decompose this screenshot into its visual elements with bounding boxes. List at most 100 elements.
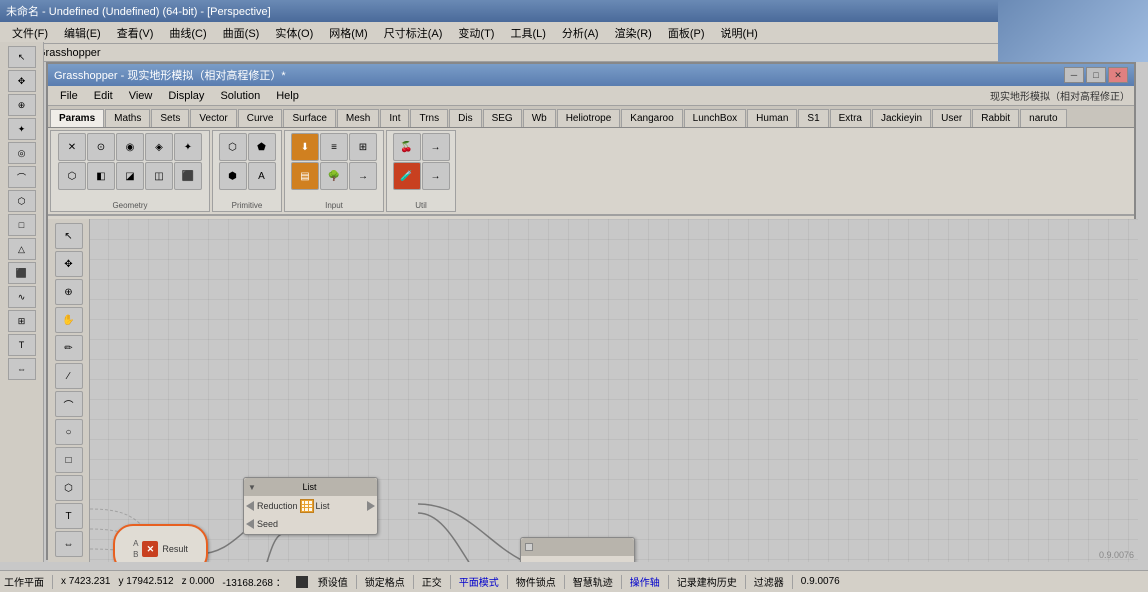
menu-file[interactable]: 文件(F) <box>4 23 56 43</box>
tab-kangaroo[interactable]: Kangaroo <box>621 109 682 127</box>
tab-curve[interactable]: Curve <box>238 109 283 127</box>
gh-menu-file[interactable]: File <box>52 88 86 104</box>
toolbar-icon-5[interactable]: ✦ <box>174 133 202 161</box>
toolbar-icon-8[interactable]: ◪ <box>116 162 144 190</box>
toolbar-input-5[interactable]: 🌳 <box>320 162 348 190</box>
tab-jackieyin[interactable]: Jackieyin <box>872 109 931 127</box>
tool-circle[interactable]: ○ <box>55 419 83 445</box>
rhino-tool-9[interactable]: △ <box>8 238 36 260</box>
tool-poly[interactable]: ⬡ <box>55 475 83 501</box>
tool-dim[interactable]: ⇔ <box>55 531 83 557</box>
tool-draw[interactable]: ✏ <box>55 335 83 361</box>
statusbar-ortho[interactable]: 正交 <box>422 574 442 589</box>
rhino-tool-3[interactable]: ⊕ <box>8 94 36 116</box>
rhino-tool-10[interactable]: ⬛ <box>8 262 36 284</box>
tab-naruto[interactable]: naruto <box>1020 109 1066 127</box>
toolbar-input-4[interactable]: ▤ <box>291 162 319 190</box>
text-tag-node[interactable]: Location ≋ Text ≋ Size ≋ Colour <box>520 537 635 562</box>
statusbar-history[interactable]: 记录建构历史 <box>677 574 737 589</box>
gh-close-button[interactable]: ✕ <box>1108 67 1128 83</box>
toolbar-prim-2[interactable]: ⬟ <box>248 133 276 161</box>
tab-rabbit[interactable]: Rabbit <box>972 109 1019 127</box>
toolbar-prim-4[interactable]: A <box>248 162 276 190</box>
rhino-tool-13[interactable]: T <box>8 334 36 356</box>
tab-vector[interactable]: Vector <box>190 109 236 127</box>
rhino-tool-7[interactable]: ⬡ <box>8 190 36 212</box>
gh-minimize-button[interactable]: ─ <box>1064 67 1084 83</box>
menu-edit[interactable]: 编辑(E) <box>56 23 109 43</box>
toolbar-icon-10[interactable]: ⬛ <box>174 162 202 190</box>
rhino-tool-2[interactable]: ✥ <box>8 70 36 92</box>
menu-dim[interactable]: 尺寸标注(A) <box>376 23 451 43</box>
rhino-tool-8[interactable]: □ <box>8 214 36 236</box>
tab-trns[interactable]: Trns <box>410 109 448 127</box>
menu-view[interactable]: 查看(V) <box>109 23 162 43</box>
tab-user[interactable]: User <box>932 109 971 127</box>
toolbar-icon-6[interactable]: ⬡ <box>58 162 86 190</box>
gh-menu-display[interactable]: Display <box>160 88 212 104</box>
tool-text[interactable]: T <box>55 503 83 529</box>
gh-maximize-button[interactable]: □ <box>1086 67 1106 83</box>
tool-line[interactable]: ∕ <box>55 363 83 389</box>
tool-pan[interactable]: ✋ <box>55 307 83 333</box>
toolbar-prim-3[interactable]: ⬢ <box>219 162 247 190</box>
tab-dis[interactable]: Dis <box>449 109 481 127</box>
rhino-tool-14[interactable]: ⇔ <box>8 358 36 380</box>
tab-int[interactable]: Int <box>380 109 409 127</box>
menu-surface[interactable]: 曲面(S) <box>215 23 268 43</box>
statusbar-grid[interactable]: 锁定格点 <box>365 574 405 589</box>
tab-s1[interactable]: S1 <box>798 109 828 127</box>
menu-solid[interactable]: 实体(O) <box>267 23 321 43</box>
menu-tools[interactable]: 工具(L) <box>502 23 553 43</box>
menu-render[interactable]: 渲染(R) <box>607 23 660 43</box>
menu-analysis[interactable]: 分析(A) <box>554 23 607 43</box>
statusbar-smarttrack[interactable]: 智慧轨迹 <box>573 574 613 589</box>
list-reduction-node-1[interactable]: ▼ List Reduction List <box>243 477 378 535</box>
tab-heliotrope[interactable]: Heliotrope <box>557 109 621 127</box>
menu-curve[interactable]: 曲线(C) <box>161 23 214 43</box>
toolbar-prim-1[interactable]: ⬡ <box>219 133 247 161</box>
toolbar-util-1[interactable]: 🍒 <box>393 133 421 161</box>
tab-surface[interactable]: Surface <box>283 109 335 127</box>
tab-params[interactable]: Params <box>50 109 104 127</box>
rhino-tool-4[interactable]: ✦ <box>8 118 36 140</box>
gh-menu-edit[interactable]: Edit <box>86 88 121 104</box>
tool-move[interactable]: ✥ <box>55 251 83 277</box>
statusbar-filter[interactable]: 过滤器 <box>754 574 784 589</box>
tool-arc[interactable]: ⌒ <box>55 391 83 417</box>
rhino-tool-12[interactable]: ⊞ <box>8 310 36 332</box>
toolbar-util-2[interactable]: → <box>422 133 450 161</box>
toolbar-icon-1[interactable]: ✕ <box>58 133 86 161</box>
tab-lunchbox[interactable]: LunchBox <box>684 109 746 127</box>
statusbar-planar[interactable]: 平面模式 <box>459 574 499 589</box>
tab-wb[interactable]: Wb <box>523 109 556 127</box>
tab-human[interactable]: Human <box>747 109 797 127</box>
toolbar-input-2[interactable]: ≡ <box>320 133 348 161</box>
rhino-tool-11[interactable]: ∿ <box>8 286 36 308</box>
toolbar-icon-7[interactable]: ◧ <box>87 162 115 190</box>
toolbar-icon-4[interactable]: ◈ <box>145 133 173 161</box>
menu-panel[interactable]: 面板(P) <box>660 23 713 43</box>
toolbar-input-6[interactable]: → <box>349 162 377 190</box>
gh-menu-solution[interactable]: Solution <box>212 88 268 104</box>
menu-help[interactable]: 说明(H) <box>713 23 766 43</box>
tab-extra[interactable]: Extra <box>830 109 871 127</box>
gh-canvas[interactable]: ▼ List Reduction List <box>48 219 1138 562</box>
tool-zoom[interactable]: ⊕ <box>55 279 83 305</box>
tab-seg[interactable]: SEG <box>483 109 522 127</box>
toolbar-icon-9[interactable]: ◫ <box>145 162 173 190</box>
tab-mesh[interactable]: Mesh <box>337 109 379 127</box>
rhino-tool-6[interactable]: ⌒ <box>8 166 36 188</box>
tool-rect[interactable]: □ <box>55 447 83 473</box>
rhino-tool-1[interactable]: ↖ <box>8 46 36 68</box>
menu-mesh[interactable]: 网格(M) <box>321 23 376 43</box>
rhino-tool-5[interactable]: ◎ <box>8 142 36 164</box>
toolbar-input-1[interactable]: ⬇ <box>291 133 319 161</box>
toolbar-input-3[interactable]: ⊞ <box>349 133 377 161</box>
toolbar-util-4[interactable]: → <box>422 162 450 190</box>
toolbar-util-3[interactable]: 🧪 <box>393 162 421 190</box>
result-node[interactable]: A B ✕ Result <box>113 524 208 562</box>
tab-maths[interactable]: Maths <box>105 109 150 127</box>
toolbar-icon-3[interactable]: ◉ <box>116 133 144 161</box>
statusbar-gumball[interactable]: 操作轴 <box>630 574 660 589</box>
